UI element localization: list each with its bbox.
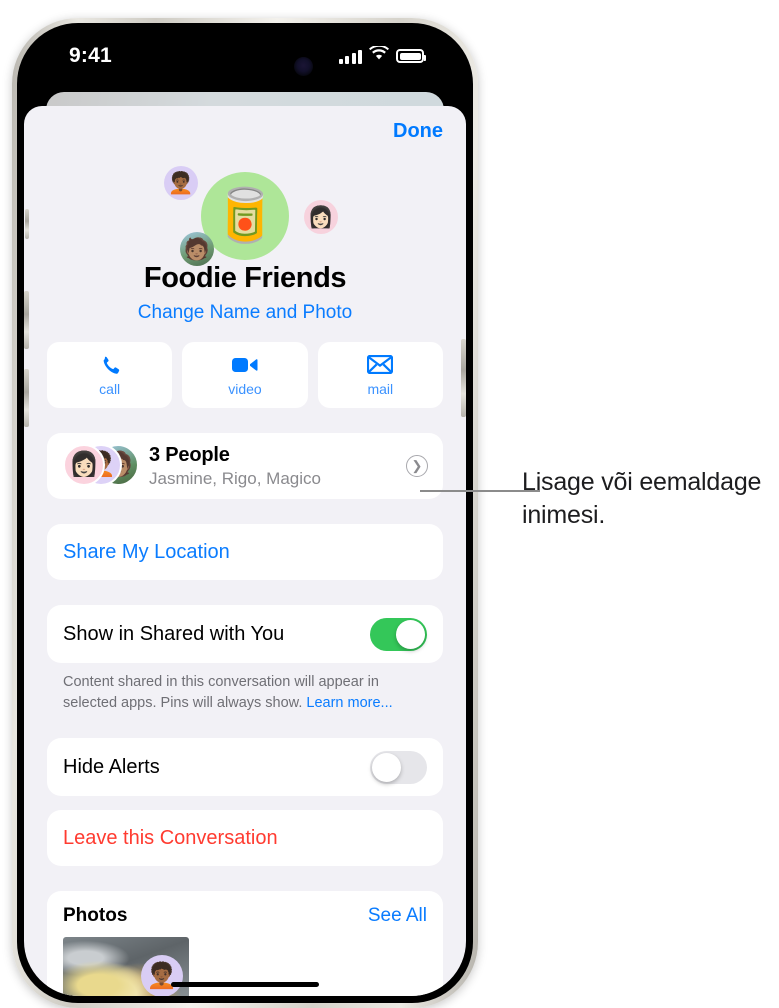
leave-conversation-row[interactable]: Leave this Conversation: [47, 810, 443, 867]
phone-bezel: 9:41 Done: [17, 23, 473, 1003]
sheet-header: Done: [24, 106, 466, 160]
call-button-label: call: [99, 380, 121, 397]
people-row[interactable]: 🧑🏽 🧑🏾‍🦱 👩🏻 3 People Jasmine, Rigo, Magic…: [47, 433, 443, 499]
learn-more-link[interactable]: Learn more...: [306, 695, 392, 711]
done-button[interactable]: Done: [393, 120, 443, 143]
see-all-button[interactable]: See All: [368, 905, 427, 927]
video-camera-icon: [231, 354, 258, 376]
show-in-shared-with-you-toggle[interactable]: [370, 617, 427, 651]
photos-strip: 🧑🏾‍🦱: [47, 937, 443, 996]
status-bar-indicators: [338, 44, 426, 66]
member-avatar-2: 👩🏻: [304, 200, 338, 234]
screenshot-root: 9:41 Done: [0, 0, 779, 1008]
hide-alerts-row[interactable]: Hide Alerts: [47, 738, 443, 797]
share-my-location-row[interactable]: Share My Location: [47, 524, 443, 580]
group-name-title: Foodie Friends: [143, 262, 347, 294]
group-avatar-cluster[interactable]: 🥫 🧑🏾‍🦱 👩🏻 🧑🏽: [150, 166, 340, 276]
photos-title: Photos: [63, 905, 128, 927]
front-camera-icon: [294, 57, 313, 76]
people-names-label: Jasmine, Rigo, Magico: [149, 468, 321, 488]
video-button-label: video: [228, 380, 262, 397]
member-avatar-3: 🧑🏽: [180, 232, 214, 266]
quick-actions-row: call video mail: [47, 342, 443, 408]
sheet-content: call video mail 👩🏻 3 People Jasmine, Rig…: [24, 342, 466, 996]
hide-alerts-label: Hide Alerts: [63, 755, 160, 778]
mail-button[interactable]: mail: [317, 342, 443, 408]
people-avatar-1: 👩🏻: [63, 444, 105, 486]
photos-header: Photos See All: [47, 891, 443, 937]
group-header: 🥫 🧑🏾‍🦱 👩🏻 🧑🏽 Foodie Friends Change Name …: [24, 160, 466, 342]
photo-sender-avatar: 🧑🏾‍🦱: [141, 955, 183, 996]
shared-with-you-helper-text: Content shared in this conversation will…: [47, 663, 443, 713]
photos-section: Photos See All 🧑🏾‍🦱: [47, 891, 443, 996]
envelope-icon: [367, 354, 394, 376]
status-bar: 9:41: [24, 30, 466, 86]
phone-icon: [99, 354, 121, 376]
photo-thumbnail[interactable]: 🧑🏾‍🦱: [63, 937, 189, 996]
wifi-icon: [369, 44, 389, 66]
call-button[interactable]: call: [47, 342, 173, 408]
people-avatar-stack: 🧑🏽 🧑🏾‍🦱 👩🏻: [63, 444, 141, 488]
status-bar-time: 9:41: [69, 44, 112, 67]
hide-alerts-toggle[interactable]: [370, 750, 427, 784]
toggle-knob: [372, 752, 401, 782]
people-text: 3 People Jasmine, Rigo, Magico: [149, 444, 321, 489]
mute-switch-button[interactable]: [25, 209, 29, 239]
video-button[interactable]: video: [182, 342, 308, 408]
group-details-sheet: Done 🥫 🧑🏾‍🦱 👩🏻 🧑🏽 Foodie Friends Change …: [24, 106, 466, 996]
side-power-button[interactable]: [461, 339, 466, 417]
cellular-signal-icon: [338, 49, 362, 64]
iphone-device-frame: 9:41 Done: [12, 18, 478, 1008]
people-count-label: 3 People: [149, 443, 230, 466]
callout-leader-line: [420, 490, 540, 492]
volume-up-button[interactable]: [24, 291, 29, 349]
toggle-knob: [396, 619, 425, 649]
home-indicator: [171, 982, 319, 987]
change-name-and-photo-link[interactable]: Change Name and Photo: [24, 302, 466, 324]
show-in-shared-with-you-label: Show in Shared with You: [63, 622, 285, 645]
phone-screen: 9:41 Done: [24, 30, 466, 996]
battery-icon: [396, 49, 426, 63]
share-my-location-label: Share My Location: [63, 540, 230, 563]
group-avatar-icon[interactable]: 🥫: [201, 172, 289, 260]
show-in-shared-with-you-row[interactable]: Show in Shared with You: [47, 605, 443, 663]
volume-down-button[interactable]: [24, 369, 29, 427]
leave-conversation-label: Leave this Conversation: [63, 826, 278, 849]
member-avatar-1: 🧑🏾‍🦱: [164, 166, 198, 200]
callout-text: Lisage või eemaldage inimesi.: [522, 468, 762, 529]
chevron-right-icon[interactable]: ❯: [406, 455, 428, 477]
mail-button-label: mail: [367, 380, 394, 397]
